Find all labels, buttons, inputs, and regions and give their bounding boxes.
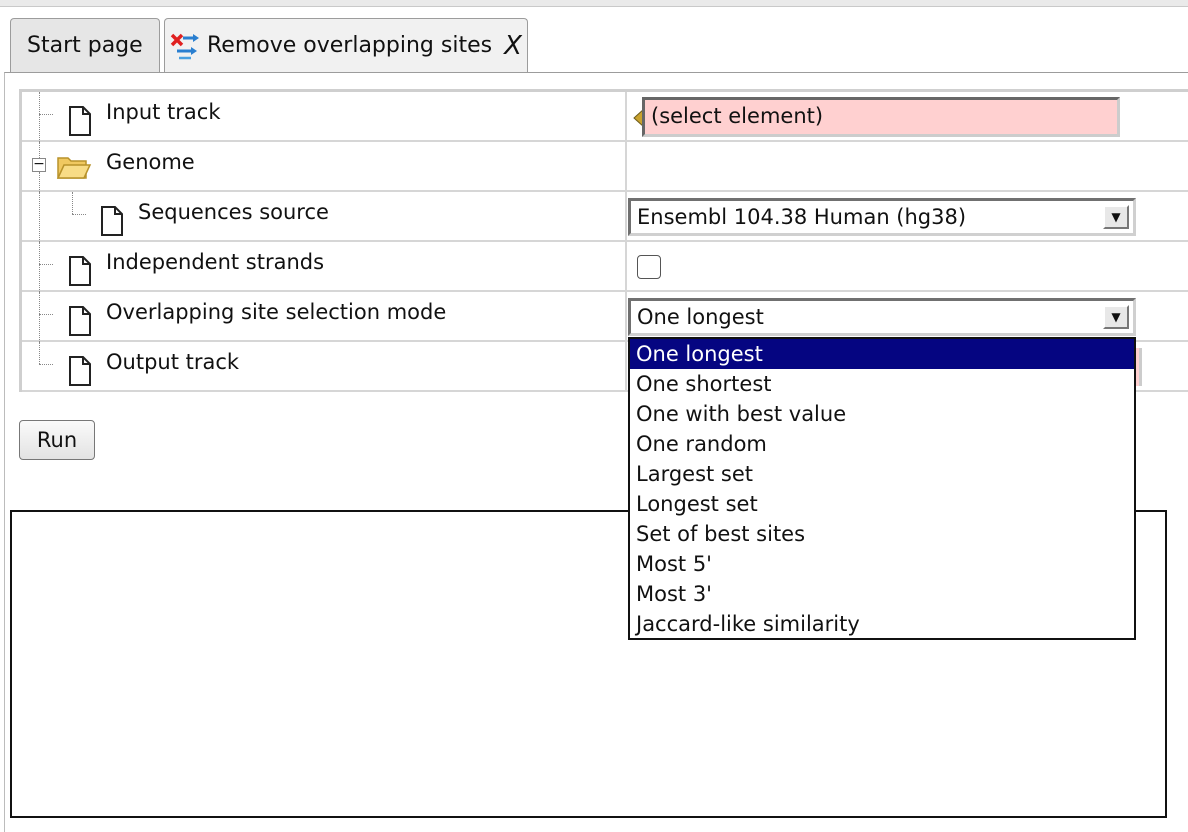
document-icon <box>69 306 91 336</box>
input-track-field[interactable]: (select element) <box>642 97 1120 137</box>
remove-overlap-icon <box>170 33 199 59</box>
document-icon <box>69 256 91 286</box>
chevron-down-icon[interactable]: ▼ <box>1103 305 1129 329</box>
dropdown-option[interactable]: Jaccard-like similarity <box>630 609 1134 639</box>
selection-mode-value: One longest <box>637 305 764 329</box>
independent-strands-checkbox[interactable] <box>637 255 661 279</box>
dropdown-option[interactable]: Most 5' <box>630 549 1134 579</box>
document-icon <box>69 106 91 136</box>
dropdown-option[interactable]: Longest set <box>630 489 1134 519</box>
collapse-toggle-icon[interactable]: − <box>32 157 46 172</box>
output-track-label: Output track <box>106 350 240 374</box>
dropdown-option[interactable]: Most 3' <box>630 579 1134 609</box>
tab-start-page-label: Start page <box>27 33 143 58</box>
selection-mode-label: Overlapping site selection mode <box>106 300 447 324</box>
tab-remove-overlapping-sites-label: Remove overlapping sites <box>207 33 493 58</box>
genome-label: Genome <box>106 150 195 174</box>
sequences-source-label: Sequences source <box>138 200 329 224</box>
dropdown-option[interactable]: Set of best sites <box>630 519 1134 549</box>
chevron-down-icon[interactable]: ▼ <box>1103 205 1129 229</box>
document-icon <box>69 356 91 386</box>
sequences-source-value: Ensembl 104.38 Human (hg38) <box>637 205 967 229</box>
tab-start-page[interactable]: Start page <box>10 18 160 72</box>
close-tab-icon[interactable]: X <box>504 31 522 61</box>
dropdown-option[interactable]: One with best value <box>630 399 1134 429</box>
param-row-independent-strands: Independent strands <box>22 242 1188 292</box>
tab-remove-overlapping-sites[interactable]: Remove overlapping sites X <box>164 18 528 72</box>
sequences-source-select[interactable]: Ensembl 104.38 Human (hg38) ▼ <box>628 198 1136 236</box>
independent-strands-label: Independent strands <box>106 250 325 274</box>
run-button[interactable]: Run <box>19 420 95 460</box>
window-top-strip <box>0 0 1188 7</box>
input-track-label: Input track <box>106 100 221 124</box>
dropdown-option[interactable]: One longest <box>630 339 1134 369</box>
dropdown-option[interactable]: One shortest <box>630 369 1134 399</box>
folder-open-icon <box>56 157 92 179</box>
document-icon <box>101 206 123 236</box>
dropdown-option[interactable]: One random <box>630 429 1134 459</box>
selection-mode-select[interactable]: One longest ▼ <box>628 298 1136 336</box>
selection-mode-dropdown-list[interactable]: One longest One shortest One with best val… <box>628 337 1136 640</box>
dropdown-option[interactable]: Largest set <box>630 459 1134 489</box>
param-row-genome: − Genome <box>22 142 1188 192</box>
